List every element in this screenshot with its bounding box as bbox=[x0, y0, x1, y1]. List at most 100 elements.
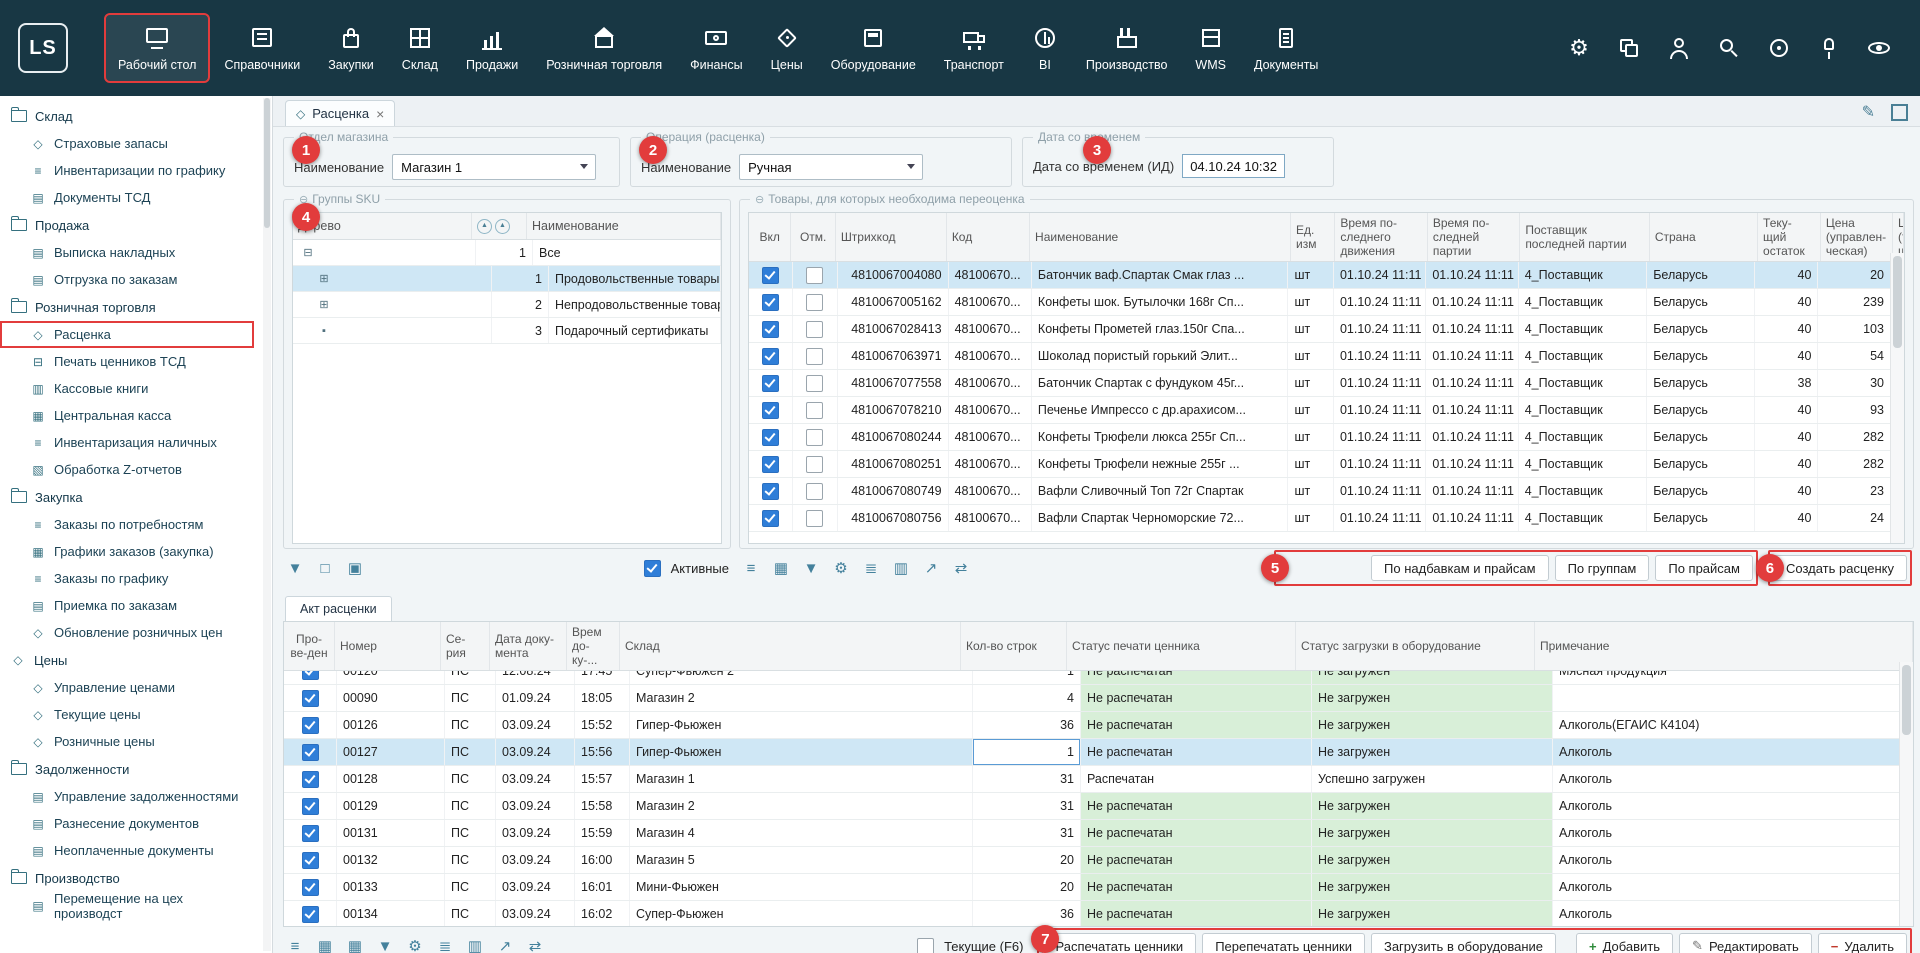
menu-item-equipment[interactable]: Оборудование bbox=[819, 15, 928, 81]
rows-icon[interactable]: ≡ bbox=[285, 939, 305, 953]
sidebar-item-6-0[interactable]: ▤Перемещение на цех производст bbox=[0, 892, 254, 919]
acts-col-header[interactable]: Врем до-ку-... bbox=[567, 622, 620, 670]
include-checkbox-cell[interactable] bbox=[749, 424, 793, 450]
sidebar-item-0-0[interactable]: ◇Страховые запасы bbox=[0, 130, 254, 157]
row-checkbox[interactable] bbox=[302, 771, 319, 788]
grid-icon[interactable]: ▦ bbox=[315, 939, 335, 953]
include-checkbox[interactable] bbox=[762, 510, 779, 527]
menu-item-wms[interactable]: WMS bbox=[1183, 15, 1238, 81]
acts-col-header[interactable]: Дата доку-мента bbox=[490, 622, 567, 670]
table-row[interactable]: 481006700408048100670...Батончик ваф.Спа… bbox=[749, 262, 1904, 289]
table-row[interactable]: 481006708075648100670...Вафли Спартак Че… bbox=[749, 505, 1904, 532]
sidebar-item-4-0[interactable]: ◇Управление ценами bbox=[0, 674, 254, 701]
sku-col-name[interactable]: Наименование bbox=[527, 213, 721, 239]
filter-icon[interactable]: ▼ bbox=[801, 561, 821, 576]
include-checkbox[interactable] bbox=[762, 402, 779, 419]
products-col-header[interactable]: Страна bbox=[1650, 213, 1758, 261]
mark-checkbox-cell[interactable] bbox=[793, 289, 838, 315]
products-col-header[interactable]: Время по-следней партии bbox=[1428, 213, 1520, 261]
table-row[interactable]: 00129ПС03.09.2415:58Магазин 231Не распеч… bbox=[284, 793, 1913, 820]
eye-icon[interactable] bbox=[1864, 33, 1894, 63]
reprice-mode-button-0[interactable]: По надбавкам и прайсам bbox=[1371, 555, 1549, 581]
table-row[interactable]: 481006707755848100670...Батончик Спартак… bbox=[749, 370, 1904, 397]
include-checkbox[interactable] bbox=[762, 456, 779, 473]
sidebar-group-2[interactable]: Розничная торговля bbox=[0, 293, 272, 321]
products-scrollbar[interactable] bbox=[1890, 253, 1904, 543]
sku-tree-row[interactable]: ⊞2Непродовольственные товары bbox=[293, 292, 721, 318]
mark-checkbox-cell[interactable] bbox=[793, 424, 838, 450]
rows-icon[interactable]: ≡ bbox=[741, 561, 761, 576]
leaf-icon[interactable]: ▪ bbox=[317, 325, 331, 337]
mark-checkbox[interactable] bbox=[806, 294, 823, 311]
table-row[interactable]: 481006708074948100670...Вафли Сливочный … bbox=[749, 478, 1904, 505]
table-row[interactable]: 481006706397148100670...Шоколад пористый… bbox=[749, 343, 1904, 370]
tab-rascenka[interactable]: ◇ Расценка × bbox=[285, 100, 395, 126]
row-checkbox[interactable] bbox=[302, 717, 319, 734]
collapse-icon[interactable]: ⊖ bbox=[755, 193, 764, 206]
mark-checkbox-cell[interactable] bbox=[793, 478, 838, 504]
current-f6-checkbox[interactable] bbox=[917, 938, 934, 953]
products-col-header[interactable]: Поставщик последней партии bbox=[1520, 213, 1650, 261]
table-row[interactable]: 481006708025148100670...Конфеты Трюфели … bbox=[749, 451, 1904, 478]
collapse-icon[interactable]: ⊟ bbox=[301, 246, 315, 259]
products-col-header[interactable]: Теку-щий остаток bbox=[1758, 213, 1821, 261]
table-row[interactable]: 481006700516248100670...Конфеты шок. Бут… bbox=[749, 289, 1904, 316]
products-col-header[interactable]: Код bbox=[947, 213, 1030, 261]
products-col-header[interactable]: Время по-следнего движения bbox=[1335, 213, 1427, 261]
expand-icon[interactable]: ⊞ bbox=[317, 272, 331, 285]
sidebar-item-2-1[interactable]: ⊟Печать ценников ТСД bbox=[0, 348, 254, 375]
panel-icon[interactable]: □ bbox=[315, 561, 335, 576]
settings-icon[interactable]: ⚙ bbox=[1564, 33, 1594, 63]
acts-col-header[interactable]: Статус печати ценника bbox=[1067, 622, 1296, 670]
mark-checkbox-cell[interactable] bbox=[793, 316, 838, 342]
sort-asc-icon[interactable]: ▲ bbox=[477, 219, 492, 234]
acts-col-header[interactable]: Про-ве-ден bbox=[284, 622, 335, 670]
sidebar-group-3[interactable]: Закупка bbox=[0, 483, 272, 511]
include-checkbox-cell[interactable] bbox=[749, 505, 793, 531]
pin-icon[interactable] bbox=[1814, 33, 1844, 63]
reprice-mode-button-2[interactable]: По прайсам bbox=[1655, 555, 1753, 581]
user-icon[interactable] bbox=[1664, 33, 1694, 63]
row-checkbox-cell[interactable] bbox=[284, 874, 337, 900]
filter-icon[interactable]: ▼ bbox=[285, 561, 305, 576]
sidebar-group-0[interactable]: Склад bbox=[0, 102, 272, 130]
sidebar-item-3-3[interactable]: ▤Приемка по заказам bbox=[0, 592, 254, 619]
sidebar-item-5-1[interactable]: ▤Разнесение документов bbox=[0, 810, 254, 837]
sidebar-item-2-4[interactable]: ≡Инвентаризация наличных bbox=[0, 429, 254, 456]
include-checkbox-cell[interactable] bbox=[749, 370, 793, 396]
menu-item-documents[interactable]: Документы bbox=[1242, 15, 1330, 81]
products-col-header[interactable]: Отм. bbox=[791, 213, 835, 261]
grid-icon[interactable]: ▦ bbox=[771, 561, 791, 576]
sku-tree-row[interactable]: ⊞1Продовольственные товары bbox=[293, 266, 721, 292]
mark-checkbox-cell[interactable] bbox=[793, 262, 838, 288]
mark-checkbox-cell[interactable] bbox=[793, 343, 838, 369]
sidebar-group-6[interactable]: Производство bbox=[0, 864, 272, 892]
list2-icon[interactable]: ≣ bbox=[861, 561, 881, 576]
gear-icon[interactable]: ⚙ bbox=[405, 939, 425, 953]
row-checkbox-cell[interactable] bbox=[284, 820, 337, 846]
row-checkbox[interactable] bbox=[302, 825, 319, 842]
acts-col-header[interactable]: Статус загрузки в оборудование bbox=[1296, 622, 1535, 670]
tab-close-icon[interactable]: × bbox=[376, 106, 384, 122]
sidebar-item-5-2[interactable]: ▤Неоплаченные документы bbox=[0, 837, 254, 864]
mark-checkbox-cell[interactable] bbox=[793, 397, 838, 423]
table-row[interactable]: 00128ПС03.09.2415:57Магазин 131Распечата… bbox=[284, 766, 1913, 793]
menu-item-retail[interactable]: Розничная торговля bbox=[534, 15, 674, 81]
acts-col-header[interactable]: Номер bbox=[335, 622, 441, 670]
sku-tree-row[interactable]: ▪3Подарочный сертификаты bbox=[293, 318, 721, 344]
mark-checkbox-cell[interactable] bbox=[793, 505, 838, 531]
mark-checkbox[interactable] bbox=[806, 348, 823, 365]
list2-icon[interactable]: ≣ bbox=[435, 939, 455, 953]
columns-icon[interactable]: ▥ bbox=[465, 939, 485, 953]
sidebar-item-2-0[interactable]: ◇Расценка bbox=[0, 321, 254, 348]
table-row[interactable]: 00134ПС03.09.2416:02Супер-Фьюжен36Не рас… bbox=[284, 901, 1913, 926]
acts-col-header[interactable]: Се-рия bbox=[441, 622, 490, 670]
table-row[interactable]: 00131ПС03.09.2415:59Магазин 431Не распеч… bbox=[284, 820, 1913, 847]
sidebar-item-1-0[interactable]: ▤Выписка накладных bbox=[0, 239, 254, 266]
table-row[interactable]: 00132ПС03.09.2416:00Магазин 520Не распеч… bbox=[284, 847, 1913, 874]
table-row[interactable]: 00090ПС01.09.2418:05Магазин 24Не распеча… bbox=[284, 685, 1913, 712]
acts-scrollbar[interactable] bbox=[1899, 662, 1913, 926]
sort-asc-icon[interactable]: ▲ bbox=[495, 219, 510, 234]
include-checkbox-cell[interactable] bbox=[749, 316, 793, 342]
active-checkbox[interactable] bbox=[644, 560, 661, 577]
